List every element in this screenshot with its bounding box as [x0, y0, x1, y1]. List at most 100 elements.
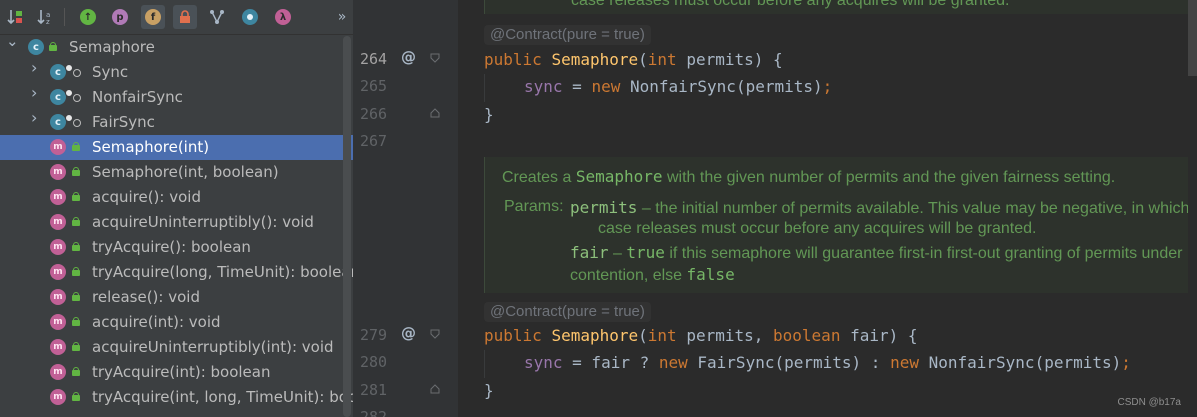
doc-param-fair: fair – true if this semaphore will guara… — [570, 243, 1183, 262]
more-button[interactable]: » — [330, 5, 353, 29]
tree-item-label: Semaphore — [69, 38, 155, 56]
tree-item-label: release(): void — [92, 288, 200, 306]
lambda-icon: λ — [275, 9, 291, 25]
line-number: 282 — [360, 408, 388, 417]
editor-scrollbar-thumb[interactable] — [1188, 0, 1197, 76]
tree-item-class[interactable]: › c Sync — [0, 60, 353, 85]
gutter-line: 282 — [353, 404, 458, 417]
indent-guide — [484, 350, 485, 378]
tree-item-class[interactable]: › c NonfairSync — [0, 85, 353, 110]
line-number: 267 — [360, 132, 388, 150]
show-lambdas-tree-button[interactable] — [205, 5, 229, 29]
gutter-line: 281 — [353, 377, 458, 404]
code-line-281[interactable]: } — [484, 377, 494, 404]
code-line-279[interactable]: public Semaphore(int permits, boolean fa… — [484, 322, 918, 349]
gutter-line: 266 — [353, 101, 458, 128]
visibility-icon — [72, 92, 81, 102]
structure-toolbar: a z ↑ p f λ » — [0, 0, 353, 35]
line-number: 266 — [360, 105, 388, 123]
line-number: 265 — [360, 77, 388, 95]
method-icon: m — [50, 164, 66, 180]
show-properties-button[interactable]: p — [108, 5, 132, 29]
contract-at-icon[interactable]: @ — [401, 324, 416, 342]
sort-alphabetically-button[interactable]: a z — [34, 5, 58, 29]
class-icon: c — [28, 39, 44, 55]
method-icon: m — [50, 139, 66, 155]
code-line-264[interactable]: public Semaphore(int permits) { — [484, 46, 783, 73]
svg-text:z: z — [46, 18, 50, 26]
tree-item-method[interactable]: m tryAcquire(int, long, TimeUnit): boolea… — [0, 385, 353, 410]
chevron-right-icon[interactable]: › — [31, 60, 41, 76]
visibility-icon — [72, 267, 80, 276]
editor-gutter: 264 @ 265 266 267 279 @ 280 281 282 — [353, 0, 458, 417]
tree-item-method[interactable]: m acquireUninterruptibly(): void — [0, 210, 353, 235]
visibility-icon — [72, 242, 80, 251]
contract-at-icon[interactable]: @ — [401, 48, 416, 66]
class-icon: c — [50, 89, 73, 105]
method-icon: m — [50, 314, 66, 330]
fold-end-icon[interactable] — [430, 384, 440, 394]
class-icon: c — [50, 64, 73, 80]
gutter-line: 280 — [353, 349, 458, 376]
show-non-public-button[interactable] — [173, 5, 197, 29]
fold-open-icon[interactable] — [430, 329, 440, 339]
tree-item-label: acquire(): void — [92, 188, 201, 206]
chevron-right-icon[interactable]: › — [31, 85, 41, 101]
tree-item-class[interactable]: ⌄ c Semaphore — [0, 34, 353, 60]
tree-item-method[interactable]: m tryAcquire(): boolean — [0, 235, 353, 260]
structure-panel: a z ↑ p f λ » ⌄ c Semaphore › c Sync › c… — [0, 0, 353, 417]
tree-item-method[interactable]: m Semaphore(int, boolean) — [0, 160, 353, 185]
tree-item-method[interactable]: m Semaphore(int) — [0, 135, 353, 160]
sort-alpha-icon: a z — [37, 10, 50, 26]
method-icon: m — [50, 289, 66, 305]
structure-scrollbar[interactable] — [343, 36, 351, 417]
tree-item-label: tryAcquire(long, TimeUnit): boolean — [92, 263, 353, 281]
show-anonymous-button[interactable] — [238, 5, 262, 29]
tree-item-method[interactable]: m acquireUninterruptibly(int): void — [0, 335, 353, 360]
chevron-down-icon[interactable]: ⌄ — [6, 34, 19, 49]
method-icon: m — [50, 389, 66, 405]
tree-item-label: Semaphore(int, boolean) — [92, 163, 279, 181]
fold-end-icon[interactable] — [430, 108, 440, 118]
visibility-icon — [72, 142, 80, 151]
tree-item-label: FairSync — [92, 113, 155, 131]
tree-item-method[interactable]: m acquire(int): void — [0, 310, 353, 335]
tree-item-method[interactable]: m release(): void — [0, 285, 353, 310]
method-icon: m — [50, 364, 66, 380]
tree-item-label: Semaphore(int) — [92, 138, 210, 156]
visibility-icon — [72, 217, 80, 226]
chevron-right-icon[interactable]: › — [31, 110, 41, 126]
show-fields-button[interactable]: f — [141, 5, 165, 29]
gutter-line: 267 — [353, 128, 458, 155]
doc-text: case releases must occur before any acqu… — [571, 0, 1010, 9]
code-line-265[interactable]: sync = new NonfairSync(permits); — [524, 73, 832, 100]
contract-annotation[interactable]: @Contract(pure = true) — [484, 302, 651, 322]
tree-item-method[interactable]: m tryAcquire(long, TimeUnit): boolean — [0, 260, 353, 285]
tree-item-label: NonfairSync — [92, 88, 183, 106]
code-line-280[interactable]: sync = fair ? new FairSync(permits) : ne… — [524, 349, 1131, 376]
sort-by-visibility-button[interactable] — [4, 5, 28, 29]
doc-param-permits-cont: case releases must occur before any acqu… — [598, 220, 1037, 237]
inherited-icon: ↑ — [80, 9, 96, 25]
method-icon: m — [50, 214, 66, 230]
method-icon: m — [50, 264, 66, 280]
more-chevron-icon: » — [337, 9, 347, 25]
code-editor: 264 @ 265 266 267 279 @ 280 281 282 case… — [353, 0, 1197, 417]
method-icon: m — [50, 339, 66, 355]
method-icon: m — [50, 239, 66, 255]
tree-item-label: tryAcquire(int, long, TimeUnit): boolean — [92, 388, 353, 406]
doc-comment-top: case releases must occur before any acqu… — [484, 0, 1197, 14]
tree-item-method[interactable]: m tryAcquire(int): boolean — [0, 360, 353, 385]
tree-item-label: acquireUninterruptibly(): void — [92, 213, 314, 231]
indent-guide — [484, 74, 485, 102]
tree-item-class[interactable]: › c FairSync — [0, 110, 353, 135]
visibility-icon — [72, 392, 80, 401]
visibility-icon — [72, 317, 80, 326]
code-line-266[interactable]: } — [484, 101, 494, 128]
contract-annotation[interactable]: @Contract(pure = true) — [484, 25, 651, 45]
fold-open-icon[interactable] — [430, 53, 440, 63]
tree-item-method[interactable]: m acquire(): void — [0, 185, 353, 210]
show-lambdas-button[interactable]: λ — [271, 5, 295, 29]
line-number: 279 — [360, 326, 388, 344]
show-inherited-button[interactable]: ↑ — [76, 5, 100, 29]
